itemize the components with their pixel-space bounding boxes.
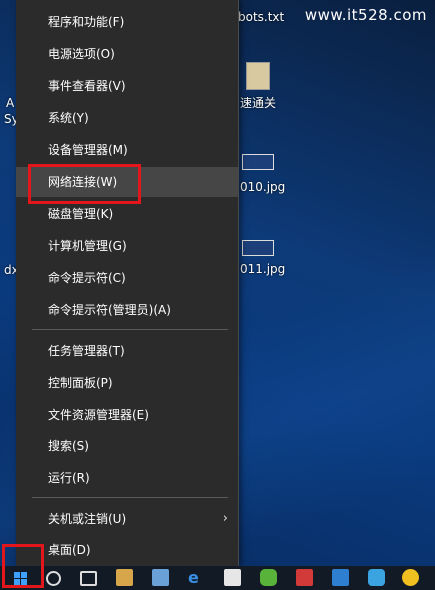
- task-view-icon[interactable]: [80, 571, 97, 586]
- qq-icon[interactable]: [402, 569, 419, 586]
- menu-item-command-prompt-admin[interactable]: 命令提示符(管理员)(A): [16, 295, 238, 325]
- menu-item-command-prompt[interactable]: 命令提示符(C): [16, 263, 238, 293]
- menu-item-desktop[interactable]: 桌面(D): [16, 535, 238, 565]
- image-thumbnail-icon[interactable]: [242, 240, 274, 256]
- menu-item-computer-management[interactable]: 计算机管理(G): [16, 231, 238, 261]
- watermark-text: www.it528.com: [304, 6, 427, 24]
- menu-item-run[interactable]: 运行(R): [16, 463, 238, 493]
- menu-item-file-explorer[interactable]: 文件资源管理器(E): [16, 400, 238, 430]
- menu-item-device-manager[interactable]: 设备管理器(M): [16, 135, 238, 165]
- desktop-image-011[interactable]: 011.jpg: [240, 262, 285, 276]
- image-thumbnail-icon[interactable]: [242, 154, 274, 170]
- store-icon[interactable]: [224, 569, 241, 586]
- app-icon[interactable]: [260, 569, 277, 586]
- menu-item-event-viewer[interactable]: 事件查看器(V): [16, 71, 238, 101]
- desktop-image-010[interactable]: 010.jpg: [240, 180, 285, 194]
- cloud-icon[interactable]: [368, 569, 385, 586]
- menu-item-label: 关机或注销(U): [48, 512, 127, 526]
- desktop-shortcut-label[interactable]: 速通关: [240, 94, 276, 111]
- menu-item-shutdown-signout[interactable]: 关机或注销(U) ›: [16, 504, 238, 534]
- desktop-file-robots[interactable]: bots.txt: [238, 10, 284, 24]
- menu-item-power-options[interactable]: 电源选项(O): [16, 39, 238, 69]
- app-icon[interactable]: [152, 569, 169, 586]
- menu-item-search[interactable]: 搜索(S): [16, 431, 238, 461]
- chevron-right-icon: ›: [222, 511, 228, 526]
- edge-icon[interactable]: e: [188, 569, 205, 586]
- menu-item-control-panel[interactable]: 控制面板(P): [16, 368, 238, 398]
- menu-separator: [32, 329, 228, 330]
- desktop-left-text: A: [6, 96, 15, 110]
- app-icon[interactable]: [296, 569, 313, 586]
- menu-item-system[interactable]: 系统(Y): [16, 103, 238, 133]
- app-icon[interactable]: [332, 569, 349, 586]
- file-explorer-icon[interactable]: [116, 569, 133, 586]
- menu-separator: [32, 497, 228, 498]
- search-icon[interactable]: [46, 571, 61, 586]
- winx-context-menu: 程序和功能(F) 电源选项(O) 事件查看器(V) 系统(Y) 设备管理器(M)…: [16, 0, 239, 566]
- highlight-box-start: [2, 544, 44, 588]
- menu-item-task-manager[interactable]: 任务管理器(T): [16, 336, 238, 366]
- menu-item-programs-features[interactable]: 程序和功能(F): [16, 7, 238, 37]
- shortcut-icon[interactable]: [246, 62, 270, 90]
- highlight-box-network: [28, 164, 141, 204]
